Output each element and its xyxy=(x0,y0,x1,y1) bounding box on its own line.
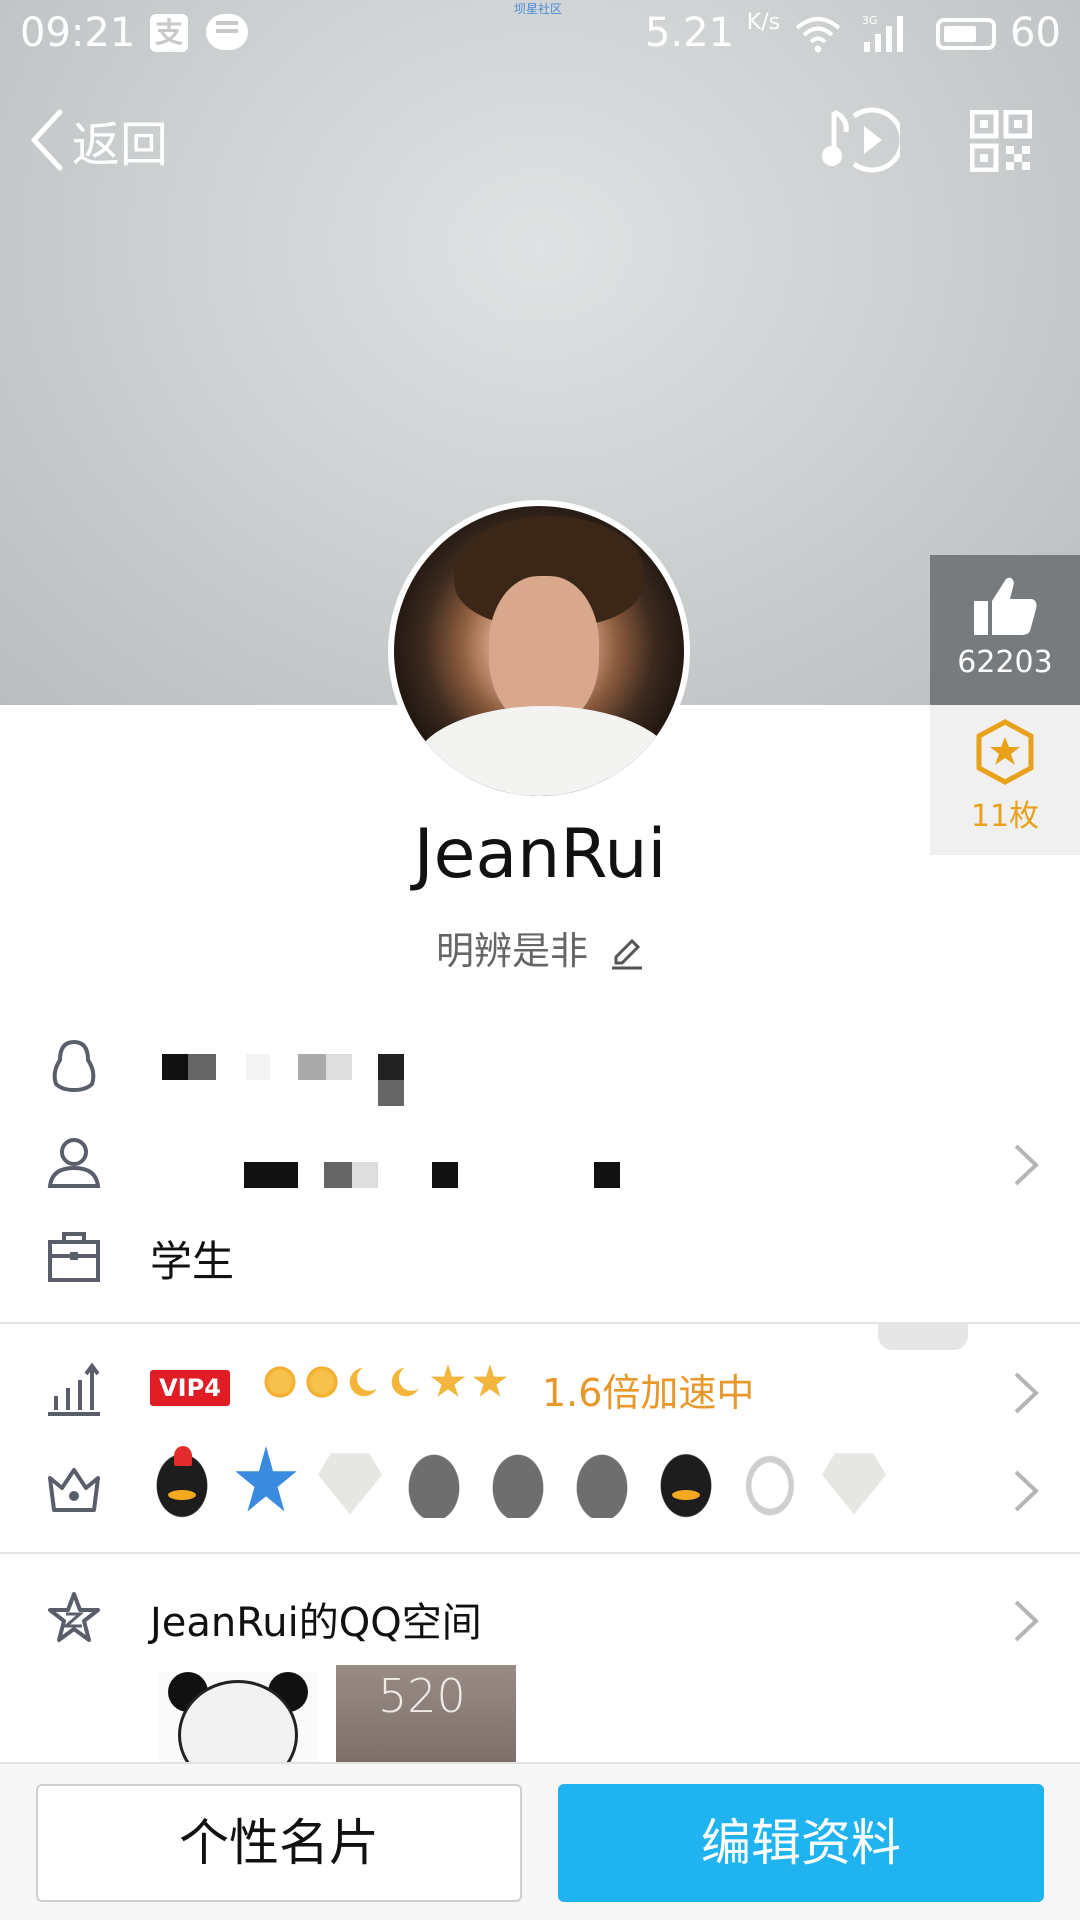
status-carrier: 坝星社区 xyxy=(514,2,563,16)
briefcase-icon xyxy=(48,1232,100,1282)
qr-code-icon[interactable] xyxy=(970,110,1032,172)
chevron-right-icon xyxy=(1014,1372,1039,1414)
signal-icon: 3G xyxy=(862,14,903,52)
thumbs-up-icon xyxy=(974,577,1037,635)
like-count: 62203 xyxy=(957,645,1053,680)
top-nav: 返回 xyxy=(0,90,1080,190)
gray-penguin-badge-icon xyxy=(486,1446,550,1518)
blue-star-badge-icon xyxy=(235,1446,297,1512)
cloud-vip-badge-icon xyxy=(738,1446,802,1518)
chevron-right-icon xyxy=(1014,1470,1039,1512)
chevron-left-icon xyxy=(31,109,63,171)
qzone-photo-thumbnail[interactable]: 520 xyxy=(336,1665,516,1773)
profile-card-button[interactable]: 个性名片 xyxy=(36,1784,522,1902)
status-bar: 09:21 支 坝星社区 5.21 K/s 3G 60 xyxy=(0,0,1080,70)
alipay-notification-icon: 支 xyxy=(150,14,188,52)
svg-text:3G: 3G xyxy=(862,14,878,27)
badge-list xyxy=(150,1446,886,1518)
chevron-right-icon xyxy=(1014,1144,1039,1186)
qzone-star-icon xyxy=(48,1592,100,1642)
crown-penguin-badge-icon xyxy=(654,1446,718,1518)
medal-star-icon xyxy=(976,719,1034,785)
personal-info-row[interactable] xyxy=(0,1112,1080,1212)
vip-level-row[interactable]: VIP4 1.6倍加速中 xyxy=(0,1340,1080,1440)
music-play-icon[interactable] xyxy=(820,102,900,178)
sun-icon xyxy=(304,1364,340,1400)
speedup-text: 1.6倍加速中 xyxy=(542,1371,755,1415)
vip-badge: VIP4 xyxy=(150,1370,230,1406)
qq-level-icons xyxy=(262,1364,508,1400)
gray-penguin-badge-icon xyxy=(570,1446,634,1518)
battery-icon xyxy=(936,18,996,50)
edit-pencil-icon[interactable] xyxy=(610,937,644,971)
qq-number-row xyxy=(0,1016,1080,1116)
like-button[interactable]: 62203 xyxy=(930,555,1080,705)
back-label: 返回 xyxy=(72,117,169,173)
sun-icon xyxy=(262,1364,298,1400)
back-button[interactable]: 返回 xyxy=(28,104,168,176)
occupation-row: 学生 xyxy=(0,1206,1080,1306)
badges-row[interactable] xyxy=(0,1438,1080,1538)
star-icon xyxy=(430,1364,466,1397)
qzone-row[interactable]: JeanRui的QQ空间 xyxy=(0,1568,1080,1668)
thumbnail-number: 520 xyxy=(378,1669,466,1723)
edit-profile-button[interactable]: 编辑资料 xyxy=(558,1784,1044,1902)
status-time: 09:21 xyxy=(20,10,136,56)
penguin-icon xyxy=(52,1039,96,1093)
wifi-icon xyxy=(795,17,841,53)
person-icon xyxy=(47,1138,101,1188)
qzone-photo-thumbnail[interactable] xyxy=(158,1672,318,1772)
qq-penguin-badge-icon xyxy=(150,1446,214,1518)
chevron-right-icon xyxy=(1014,1600,1039,1642)
moon-icon xyxy=(388,1364,424,1400)
gray-penguin-badge-icon xyxy=(402,1446,466,1518)
signature-row[interactable]: 明辨是非 xyxy=(0,920,1080,975)
crown-icon xyxy=(48,1468,100,1512)
qzone-title: JeanRui的QQ空间 xyxy=(150,1600,482,1646)
battery-level: 60 xyxy=(1010,10,1061,56)
section-divider xyxy=(0,1552,1080,1554)
message-notification-icon xyxy=(206,14,248,50)
diamond-badge-icon xyxy=(822,1453,886,1515)
avatar[interactable] xyxy=(388,500,690,802)
bottom-action-bar: 个性名片 编辑资料 xyxy=(0,1762,1080,1920)
star-icon xyxy=(472,1364,508,1397)
signature-text: 明辨是非 xyxy=(435,929,588,973)
nickname: JeanRui xyxy=(413,815,667,894)
side-panel: 62203 11枚 xyxy=(930,555,1080,855)
diamond-badge-icon xyxy=(318,1453,382,1515)
occupation-text: 学生 xyxy=(150,1237,235,1286)
moon-icon xyxy=(346,1364,382,1400)
chart-up-icon xyxy=(48,1362,100,1416)
network-speed: 5.21 K/s xyxy=(645,10,781,56)
